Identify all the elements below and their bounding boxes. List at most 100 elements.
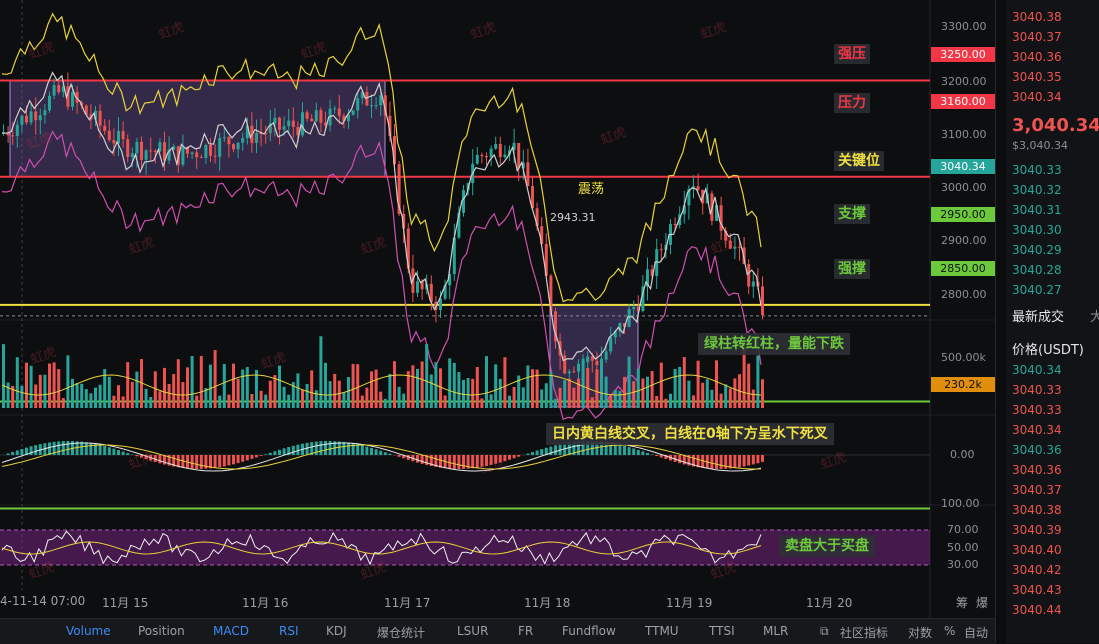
tab-lsur[interactable]: LSUR bbox=[457, 624, 488, 638]
x-tick: 11月 17 bbox=[384, 594, 430, 611]
volume-bar bbox=[480, 398, 483, 408]
volume-bar bbox=[444, 396, 447, 408]
bid-price[interactable]: 3040.33 bbox=[1012, 163, 1062, 177]
candle-body bbox=[154, 151, 157, 152]
corner-label[interactable]: 爆 bbox=[976, 594, 988, 611]
latest-trades-title[interactable]: 最新成交 bbox=[1012, 306, 1064, 325]
tab-kdj[interactable]: KDJ bbox=[326, 624, 347, 638]
level-tag-2850: 2850.00 bbox=[931, 261, 995, 276]
tab-liquidation[interactable]: 爆仓统计 bbox=[377, 624, 425, 641]
ask-price[interactable]: 3040.36 bbox=[1012, 50, 1062, 64]
tab-log[interactable]: 对数 bbox=[908, 624, 932, 641]
macd-bar bbox=[30, 446, 33, 455]
candle-body bbox=[490, 149, 493, 158]
volume-bar bbox=[319, 336, 322, 408]
low-price-label: 2943.31 bbox=[550, 211, 596, 224]
tab-macd[interactable]: MACD bbox=[213, 624, 249, 638]
macd-bar bbox=[370, 448, 373, 455]
bid-price[interactable]: 3040.29 bbox=[1012, 243, 1062, 257]
volume-bar bbox=[678, 367, 681, 408]
bid-price[interactable]: 3040.32 bbox=[1012, 183, 1062, 197]
ask-price[interactable]: 3040.34 bbox=[1012, 90, 1062, 104]
consolidation-label: 震荡 bbox=[578, 178, 604, 197]
macd-bar bbox=[246, 455, 249, 460]
volume-bar bbox=[453, 363, 456, 408]
tab-auto[interactable]: 自动 bbox=[964, 624, 988, 641]
volume-bar bbox=[683, 357, 686, 408]
macd-bar bbox=[319, 441, 322, 455]
tab-rsi[interactable]: RSI bbox=[279, 624, 299, 638]
volume-bar bbox=[112, 396, 115, 408]
ask-price[interactable]: 3040.38 bbox=[1012, 10, 1062, 24]
candle-body bbox=[218, 138, 221, 157]
volume-bar bbox=[122, 396, 125, 408]
macd-bar bbox=[112, 449, 115, 455]
tab-community-indicators[interactable]: 社区指标 bbox=[840, 624, 888, 641]
tab-fr[interactable]: FR bbox=[518, 624, 533, 638]
volume-bar bbox=[618, 391, 621, 408]
volume-bar bbox=[71, 379, 74, 408]
macd-bar bbox=[306, 443, 309, 455]
volume-bar bbox=[48, 364, 51, 408]
volume-bar bbox=[20, 386, 23, 408]
candle-body bbox=[494, 144, 497, 149]
tab-mlr[interactable]: MLR bbox=[763, 624, 788, 638]
volume-bar bbox=[393, 361, 396, 408]
volume-bar bbox=[559, 388, 562, 408]
macd-bar bbox=[747, 455, 750, 466]
price-tick: 3000.00 bbox=[941, 181, 987, 194]
tab-percent[interactable]: % bbox=[944, 624, 955, 638]
candle-body bbox=[223, 137, 226, 138]
macd-bar bbox=[250, 455, 253, 459]
volume-bar bbox=[398, 387, 401, 408]
corner-label[interactable]: 筹 bbox=[956, 594, 968, 611]
volume-bar bbox=[315, 390, 318, 408]
tab-ttmu[interactable]: TTMU bbox=[645, 624, 679, 638]
volume-bar bbox=[476, 367, 479, 408]
tab-fundflow[interactable]: Fundflow bbox=[562, 624, 616, 638]
macd-bar bbox=[237, 455, 240, 463]
volume-bar bbox=[710, 390, 713, 408]
tab-volume[interactable]: Volume bbox=[66, 624, 111, 638]
candle-body bbox=[563, 356, 566, 374]
candle-body bbox=[117, 131, 120, 143]
bid-price[interactable]: 3040.27 bbox=[1012, 283, 1062, 297]
macd-bar bbox=[99, 445, 102, 455]
volume-bar bbox=[62, 398, 65, 408]
bid-price[interactable]: 3040.31 bbox=[1012, 203, 1062, 217]
volume-bar bbox=[352, 364, 355, 408]
volume-bar bbox=[16, 357, 19, 408]
macd-bar bbox=[761, 455, 764, 462]
candle-body bbox=[356, 98, 359, 110]
candle-body bbox=[352, 110, 355, 114]
ask-price[interactable]: 3040.35 bbox=[1012, 70, 1062, 84]
volume-bar bbox=[324, 363, 327, 408]
candle-body bbox=[43, 110, 46, 115]
macd-annotation: 日内黄白线交叉，白线在0轴下方呈水下死叉 bbox=[546, 423, 834, 445]
macd-bar bbox=[536, 451, 539, 455]
bid-price[interactable]: 3040.28 bbox=[1012, 263, 1062, 277]
volume-bar bbox=[563, 380, 566, 408]
filter-icon[interactable]: ⧉ bbox=[820, 624, 829, 639]
ask-price[interactable]: 3040.37 bbox=[1012, 30, 1062, 44]
volume-bar bbox=[57, 369, 60, 408]
candle-body bbox=[71, 92, 74, 107]
macd-bar bbox=[453, 455, 456, 469]
macd-bar bbox=[743, 455, 746, 466]
chart-area[interactable]: 强压 压力 关键位 支撑 强撑 3250.00 3160.00 3040.34 … bbox=[0, 0, 995, 618]
candle-body bbox=[315, 110, 318, 121]
latest-trades-more[interactable]: 大 bbox=[1090, 306, 1099, 325]
volume-bar bbox=[154, 371, 157, 408]
volume-bar bbox=[416, 369, 419, 408]
last-price-usd: $3,040.34 bbox=[1012, 139, 1068, 152]
macd-bar bbox=[365, 447, 368, 455]
volume-bar bbox=[540, 389, 543, 408]
volume-bar bbox=[457, 372, 460, 408]
tab-position[interactable]: Position bbox=[138, 624, 185, 638]
bid-price[interactable]: 3040.30 bbox=[1012, 223, 1062, 237]
macd-bar bbox=[683, 455, 686, 464]
candle-body bbox=[517, 143, 520, 168]
tab-ttsi[interactable]: TTSI bbox=[709, 624, 735, 638]
volume-bar bbox=[614, 390, 617, 408]
volume-bar bbox=[756, 356, 759, 408]
